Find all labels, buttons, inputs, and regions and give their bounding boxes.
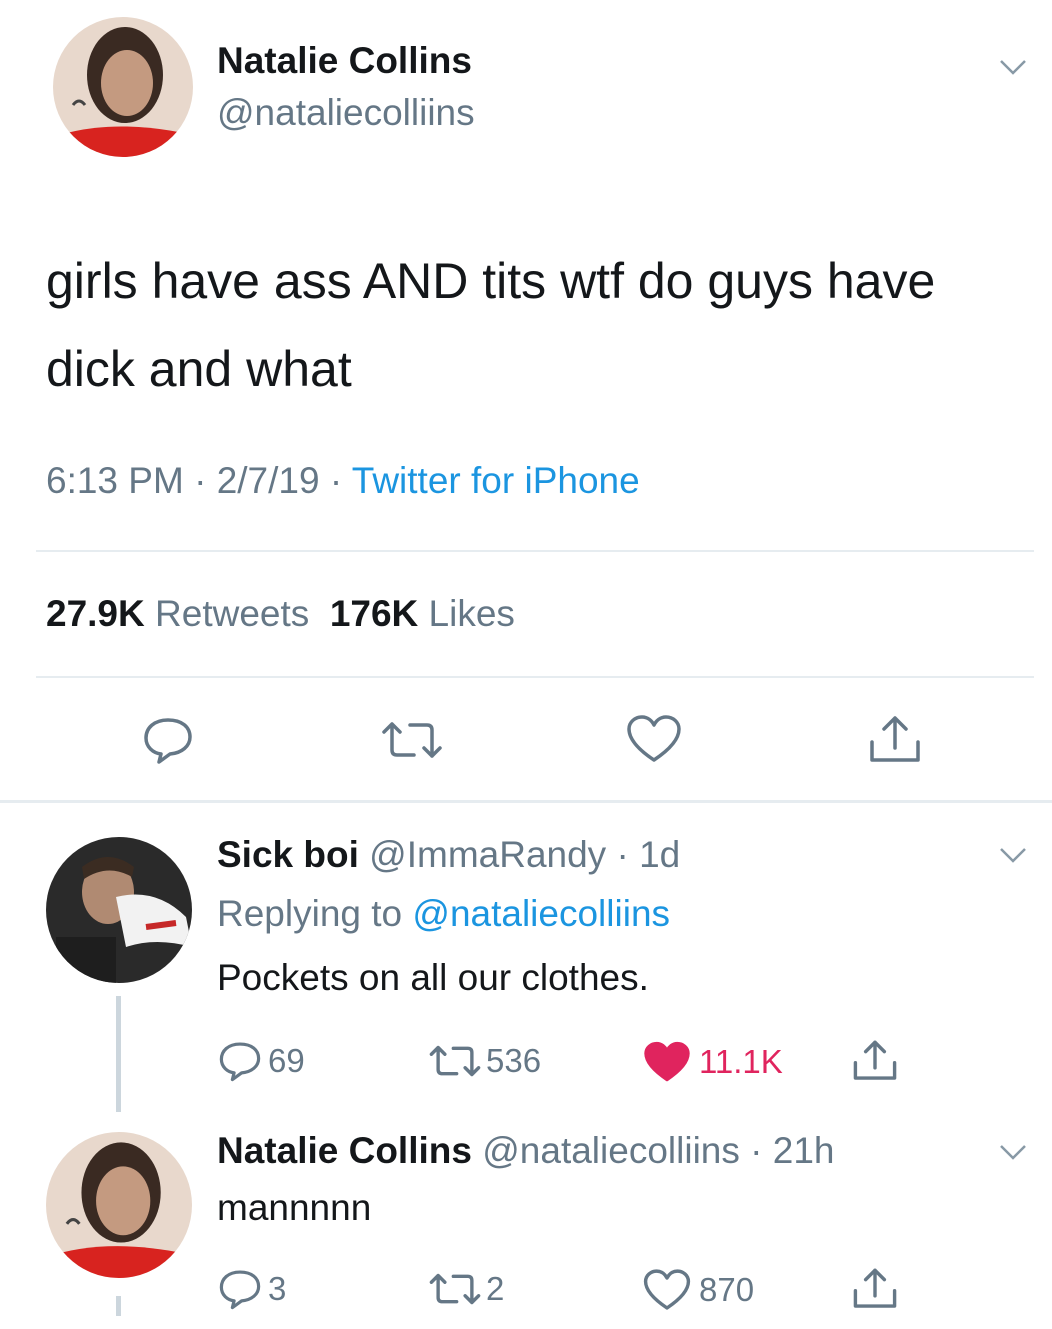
reply-author-handle[interactable]: @ImmaRandy	[369, 834, 606, 875]
author-name[interactable]: Natalie Collins	[217, 40, 472, 82]
reply-icon	[219, 1270, 261, 1310]
reply-count: 3	[268, 1270, 287, 1307]
like-count: 11.1K	[699, 1043, 783, 1080]
share-icon	[853, 1268, 897, 1308]
reply-button[interactable]: 3	[218, 1268, 286, 1310]
like-count: 870	[699, 1271, 755, 1308]
divider	[36, 550, 1034, 552]
chevron-down-icon[interactable]	[999, 846, 1027, 864]
retweet-button[interactable]	[380, 720, 444, 760]
heart-icon	[643, 1269, 691, 1310]
tweet-date[interactable]: 2/7/19	[217, 460, 320, 501]
like-button[interactable]	[626, 714, 682, 764]
replying-mention[interactable]: @nataliecolliins	[412, 893, 670, 934]
meta-separator: ·	[194, 460, 217, 501]
like-button[interactable]: 11.1K	[643, 1040, 783, 1084]
retweet-count: 536	[486, 1042, 542, 1079]
tweet-meta: 6:13 PM · 2/7/19 · Twitter for iPhone	[46, 460, 640, 502]
reply-text: Pockets on all our clothes.	[217, 957, 649, 998]
author-avatar[interactable]	[53, 17, 193, 157]
share-button[interactable]	[852, 1266, 898, 1312]
retweet-button[interactable]: 2	[428, 1270, 504, 1308]
tweet-stats: 27.9K Retweets 176K Likes	[46, 593, 515, 635]
share-icon	[870, 716, 920, 762]
reply-text: mannnnn	[217, 1187, 372, 1228]
tweet-time[interactable]: 6:13 PM	[46, 460, 184, 501]
reply-header: Sick boi @ImmaRandy · 1d	[217, 834, 680, 876]
author-handle[interactable]: @nataliecolliins	[217, 92, 475, 134]
retweets-stat[interactable]: 27.9K Retweets	[46, 593, 309, 634]
divider	[36, 676, 1034, 678]
reply-avatar[interactable]	[46, 1132, 192, 1278]
retweets-label: Retweets	[155, 593, 310, 634]
reply-header: Natalie Collins @nataliecolliins · 21h	[217, 1130, 835, 1172]
like-button[interactable]: 870	[643, 1268, 754, 1312]
replying-to: Replying to @nataliecolliins	[217, 893, 670, 935]
likes-stat[interactable]: 176K Likes	[330, 593, 515, 634]
reply-author-name[interactable]: Natalie Collins	[217, 1130, 472, 1171]
reply-button[interactable]: 69	[218, 1040, 305, 1082]
likes-count: 176K	[329, 593, 419, 634]
meta-separator: ·	[606, 834, 640, 875]
tweet-source[interactable]: Twitter for iPhone	[352, 460, 640, 501]
reply-icon	[144, 718, 192, 764]
meta-separator: ·	[739, 1130, 773, 1171]
meta-separator: ·	[329, 460, 352, 501]
reply-age[interactable]: 21h	[773, 1130, 835, 1171]
share-button[interactable]	[852, 1038, 898, 1084]
reply-button[interactable]	[142, 716, 194, 764]
tweet-text: girls have ass AND tits wtf do guys have…	[46, 253, 936, 397]
retweet-icon	[429, 1273, 481, 1305]
retweet-count: 2	[486, 1270, 505, 1307]
divider	[0, 800, 1052, 803]
retweet-button[interactable]: 536	[428, 1042, 541, 1080]
reply-avatar[interactable]	[46, 837, 192, 983]
retweets-count: 27.9K	[46, 593, 145, 634]
thread-line	[116, 996, 121, 1112]
heart-icon	[627, 715, 681, 762]
reply-age[interactable]: 1d	[639, 834, 680, 875]
share-icon	[853, 1040, 897, 1080]
replying-prefix: Replying to	[217, 893, 403, 934]
reply-author-handle[interactable]: @nataliecolliins	[482, 1130, 740, 1171]
reply-count: 69	[268, 1042, 305, 1079]
share-button[interactable]	[868, 714, 922, 766]
retweet-icon	[429, 1045, 481, 1077]
heart-icon	[644, 1041, 690, 1082]
likes-label: Likes	[428, 593, 515, 634]
chevron-down-icon[interactable]	[999, 1143, 1027, 1161]
chevron-down-icon[interactable]	[999, 58, 1027, 76]
retweet-icon	[382, 722, 442, 758]
reply-author-name[interactable]: Sick boi	[217, 834, 359, 875]
reply-icon	[219, 1042, 261, 1082]
thread-line	[116, 1296, 121, 1316]
